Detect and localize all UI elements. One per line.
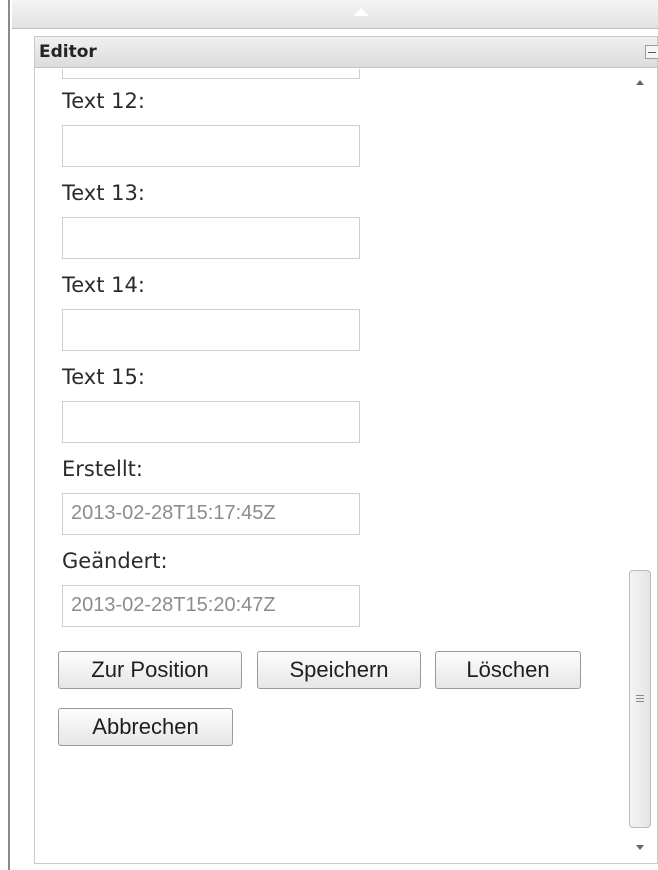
partial-input-field[interactable] <box>62 69 360 79</box>
window-border <box>0 0 10 870</box>
text13-input[interactable] <box>62 217 360 259</box>
text15-label: Text 15: <box>62 365 145 389</box>
panel-header: Editor <box>35 37 658 68</box>
chevron-up-icon[interactable] <box>353 8 369 16</box>
text14-input[interactable] <box>62 309 360 351</box>
cancel-button[interactable]: Abbrechen <box>58 708 233 746</box>
top-splitter[interactable] <box>12 0 658 29</box>
scroll-thumb[interactable] <box>629 570 651 828</box>
created-field[interactable]: 2013-02-28T15:17:45Z <box>62 493 360 535</box>
delete-button[interactable]: Löschen <box>435 651 581 689</box>
text12-label: Text 12: <box>62 89 145 113</box>
vertical-scrollbar[interactable] <box>623 68 657 864</box>
text15-input[interactable] <box>62 401 360 443</box>
to-position-button[interactable]: Zur Position <box>58 651 242 689</box>
save-button[interactable]: Speichern <box>257 651 421 689</box>
editor-panel: Editor Text 12: Text 13: Text 14: Text 1… <box>34 36 658 864</box>
arrow-up-icon[interactable] <box>636 80 644 85</box>
arrow-down-icon[interactable] <box>636 845 644 850</box>
created-label: Erstellt: <box>62 457 143 481</box>
text12-input[interactable] <box>62 125 360 167</box>
grip-icon <box>636 695 644 704</box>
changed-field[interactable]: 2013-02-28T15:20:47Z <box>62 585 360 627</box>
text14-label: Text 14: <box>62 273 145 297</box>
changed-label: Geändert: <box>62 549 168 573</box>
panel-title: Editor <box>39 42 97 62</box>
text13-label: Text 13: <box>62 181 145 205</box>
minimize-icon[interactable] <box>645 45 658 59</box>
